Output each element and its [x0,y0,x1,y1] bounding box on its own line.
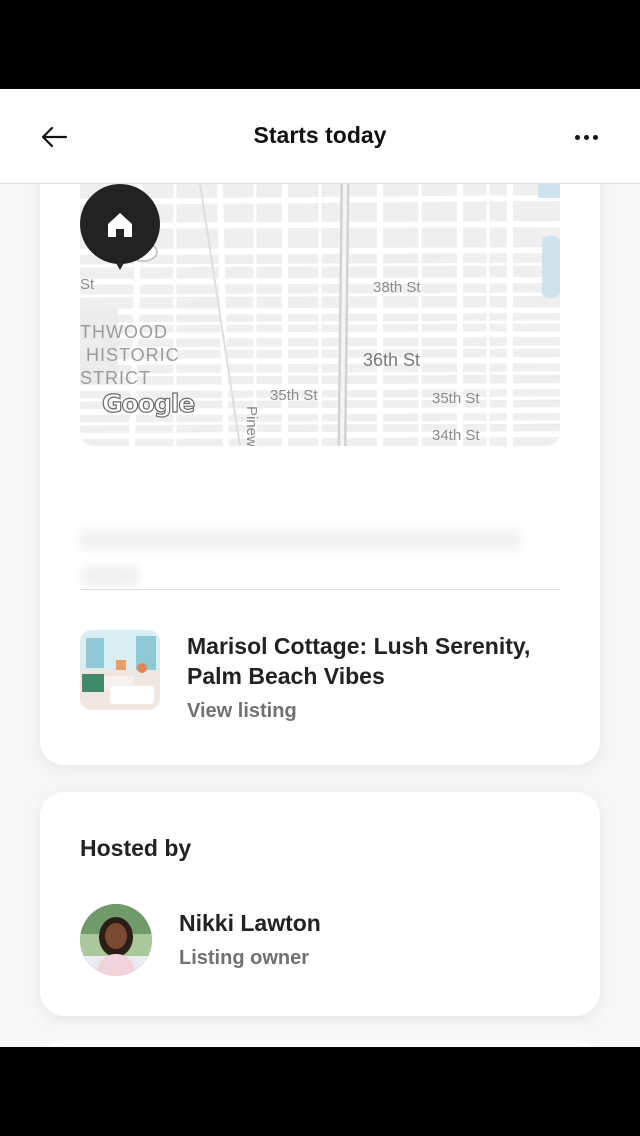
divider [80,589,560,590]
top-nav-bar: Starts today [0,89,640,184]
street-label-34th: 34th St [432,427,480,444]
street-label-38th: 38th St [373,279,421,296]
street-label-pinewood: Pinew [243,406,260,446]
listing-title[interactable]: Marisol Cottage: Lush Serenity, Palm Bea… [187,631,567,691]
google-attribution-logo: Google [101,388,196,418]
map-view[interactable]: St 38th St 36th St 35th St 35th St 34th … [80,184,560,446]
host-card: Hosted by Nikki Lawton Listing owner [40,792,600,1016]
district-label-line-1: THWOOD [80,322,168,342]
street-label-35th-east: 35th St [432,390,480,407]
next-card-peek [40,1040,600,1047]
avatar[interactable] [80,904,152,976]
street-label: St [80,276,95,293]
status-bar [0,0,640,89]
blurred-placeholder-text [80,529,540,601]
more-options-button[interactable] [560,117,612,157]
view-listing-link[interactable]: View listing [187,700,297,723]
bottom-bar [0,1047,640,1136]
street-label-36th: 36th St [363,350,421,370]
street-label-35th-west: 35th St [270,387,318,404]
more-horizontal-icon [574,134,580,140]
page-title: Starts today [253,122,387,148]
district-label-line-3: STRICT [80,368,151,388]
district-label-line-2: HISTORIC [80,345,180,365]
listing-thumbnail[interactable] [80,630,160,710]
hosted-by-heading: Hosted by [80,835,192,861]
home-icon[interactable] [80,184,162,274]
listing-card: St 38th St 36th St 35th St 35th St 34th … [40,129,600,765]
host-name[interactable]: Nikki Lawton [179,910,321,937]
host-role: Listing owner [179,947,309,969]
screen: Starts today St 38th St 36th St 35th St … [0,89,640,1047]
